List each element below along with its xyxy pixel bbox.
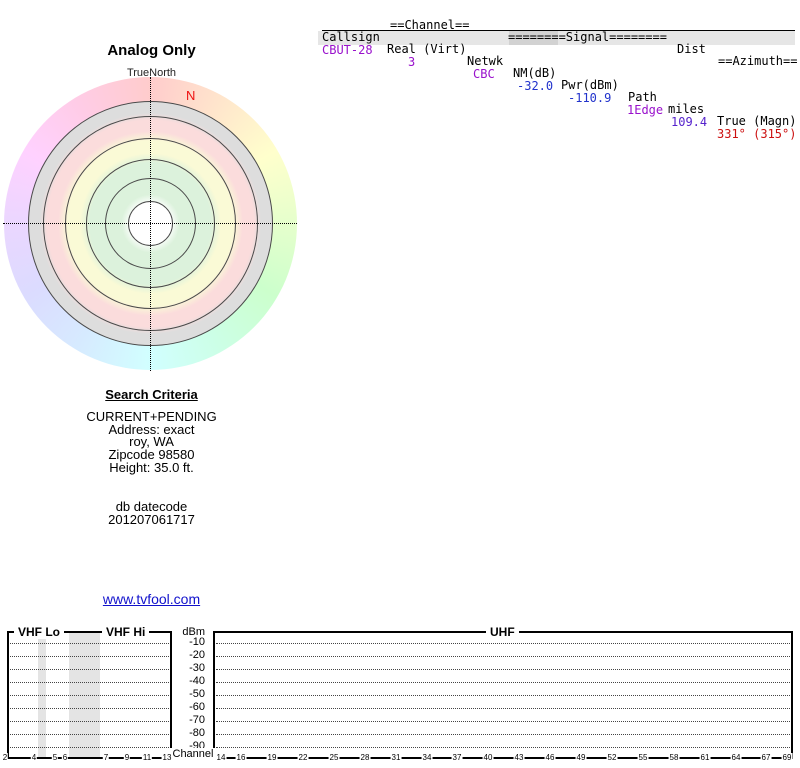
- tvfool-link[interactable]: www.tvfool.com: [103, 591, 200, 607]
- gridline: [10, 682, 169, 683]
- channel-tick: 61: [699, 753, 711, 762]
- gridline: [10, 656, 169, 657]
- gridline: [10, 695, 169, 696]
- cell-pwr-dbm: -110.9: [568, 91, 612, 105]
- channel-tick: 19: [266, 753, 278, 762]
- group-header-signal: ========Signal========: [508, 30, 667, 44]
- channel-tick: 46: [544, 753, 556, 762]
- vhf-lo-label: VHF Lo: [14, 625, 64, 639]
- radar-title: Analog Only: [107, 42, 196, 59]
- gridline: [10, 643, 169, 644]
- gridline: [10, 734, 169, 735]
- search-criteria-line: Height: 35.0 ft.: [109, 459, 194, 475]
- channel-tick: 5: [51, 753, 59, 762]
- gridline: [216, 695, 790, 696]
- channel-tick: 14: [215, 753, 227, 762]
- search-criteria-spacer: [31, 475, 272, 501]
- col-header-path: Path: [628, 90, 657, 104]
- radar-vertical-axis: [150, 77, 151, 371]
- group-header-channel: ==Channel==: [390, 18, 470, 32]
- y-tick: -20: [189, 649, 205, 661]
- gridline: [216, 721, 790, 722]
- col-header-netwk: Netwk: [467, 54, 504, 68]
- vhf-panel: [7, 631, 172, 759]
- y-tick: -40: [189, 675, 205, 687]
- channel-tick: 37: [451, 753, 463, 762]
- col-header-callsign: Callsign: [322, 30, 380, 44]
- channel-tick: 58: [668, 753, 680, 762]
- cell-azimuth: 331° (315°): [717, 127, 797, 141]
- channel-tick: 6: [61, 753, 69, 762]
- cell-nm-db: -32.0: [517, 79, 554, 93]
- channel-tick: 55: [637, 753, 649, 762]
- channel-tick: 28: [359, 753, 371, 762]
- channel-tick: 13: [161, 753, 173, 762]
- y-tick: -10: [189, 636, 205, 648]
- channel-tick: 34: [421, 753, 433, 762]
- channel-tick: 9: [123, 753, 131, 762]
- vhf-hi-label: VHF Hi: [102, 625, 150, 639]
- db-datecode-value: 201207061717: [108, 511, 195, 527]
- north-marker: N: [186, 88, 196, 103]
- channel-tick: 67: [760, 753, 772, 762]
- channel-tick: 64: [730, 753, 742, 762]
- group-header-azimuth: ==Azimuth==: [718, 54, 798, 68]
- col-header-miles: miles: [668, 102, 705, 116]
- channel-tick: 4: [30, 753, 38, 762]
- channel-tick: 11: [141, 753, 153, 762]
- y-tick: -50: [189, 688, 205, 700]
- gridline: [10, 721, 169, 722]
- gridline: [216, 708, 790, 709]
- gridline: [216, 734, 790, 735]
- group-header-dist: Dist: [677, 42, 706, 56]
- channel-tick: 52: [606, 753, 618, 762]
- y-tick: -30: [189, 662, 205, 674]
- channel-tick: 43: [513, 753, 525, 762]
- search-criteria-title: Search Criteria: [105, 387, 198, 402]
- channel-tick: 40: [482, 753, 494, 762]
- gridline: [216, 656, 790, 657]
- channel-axis-label: Channel: [170, 748, 216, 760]
- col-header-true-magn: True (Magn): [717, 114, 797, 128]
- gridline: [216, 643, 790, 644]
- channel-tick: 25: [328, 753, 340, 762]
- gridline: [10, 747, 169, 748]
- gridline: [10, 708, 169, 709]
- channel-tick: 2: [1, 753, 9, 762]
- cell-miles: 109.4: [671, 115, 708, 129]
- gridline: [216, 682, 790, 683]
- gridline: [10, 669, 169, 670]
- channel-tick: 7: [102, 753, 110, 762]
- channel-tick: 22: [297, 753, 309, 762]
- cell-netwk: CBC: [473, 67, 495, 81]
- channel-tick: 69: [781, 753, 793, 762]
- tvfool-report: ==Channel== ========Signal======== Dist …: [0, 0, 800, 768]
- uhf-panel: [213, 631, 793, 759]
- y-tick: -80: [189, 727, 205, 739]
- search-criteria: Search Criteria CURRENT+PENDING Address:…: [31, 387, 272, 527]
- y-tick: -70: [189, 714, 205, 726]
- channel-tick: 31: [390, 753, 402, 762]
- col-header-pwr-dbm: Pwr(dBm): [561, 78, 619, 92]
- col-header-real-virt: Real (Virt): [387, 42, 467, 56]
- gridline: [216, 747, 790, 748]
- gridline: [216, 669, 790, 670]
- col-header-nm-db: NM(dB): [513, 66, 557, 80]
- site-link-wrapper: www.tvfool.com: [31, 591, 272, 607]
- y-tick: -60: [189, 701, 205, 713]
- channel-tick: 16: [235, 753, 247, 762]
- cell-callsign[interactable]: CBUT-28: [322, 44, 373, 56]
- uhf-label: UHF: [486, 625, 519, 639]
- channel-tick: 49: [575, 753, 587, 762]
- cell-real-channel: 3: [408, 55, 416, 69]
- cell-path: 1Edge: [627, 103, 664, 117]
